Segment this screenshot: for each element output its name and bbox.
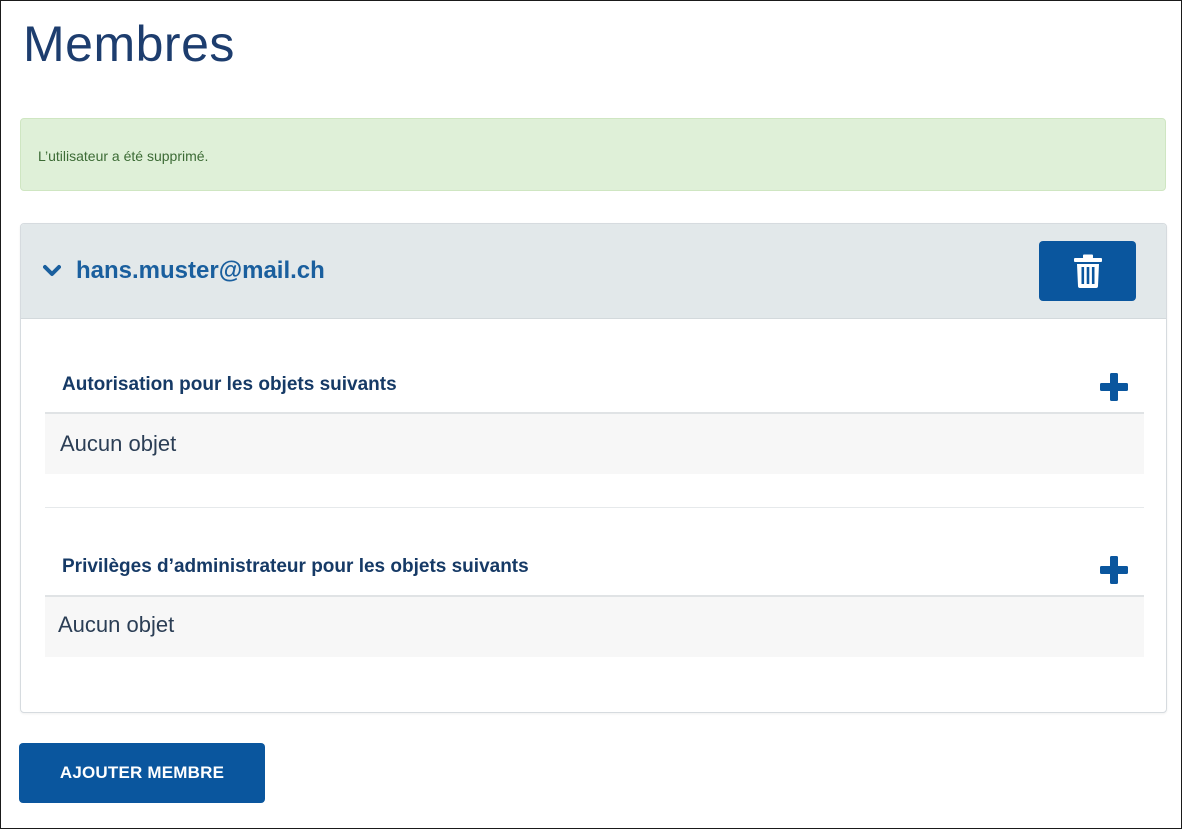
admin-privileges-list: Aucun objet bbox=[45, 597, 1144, 657]
authorization-list: Aucun objet bbox=[45, 414, 1144, 474]
alert-message: L’utilisateur a été supprimé. bbox=[38, 148, 209, 164]
trash-icon bbox=[1073, 254, 1102, 288]
authorization-section: Autorisation pour les objets suivants Au… bbox=[45, 364, 1144, 476]
delete-member-button[interactable] bbox=[1039, 241, 1136, 301]
section-separator bbox=[45, 507, 1144, 508]
member-email: hans.muster@mail.ch bbox=[76, 257, 325, 284]
page-title: Membres bbox=[23, 16, 235, 72]
section-title-authorization: Autorisation pour les objets suivants bbox=[62, 374, 397, 395]
add-authorization-button[interactable] bbox=[1097, 370, 1131, 404]
empty-state-text: Aucun objet bbox=[58, 612, 175, 637]
plus-icon bbox=[1100, 373, 1128, 401]
admin-privileges-section: Privilèges d’administrateur pour les obj… bbox=[45, 547, 1144, 659]
member-toggle[interactable]: hans.muster@mail.ch bbox=[43, 254, 325, 288]
member-header: hans.muster@mail.ch bbox=[21, 224, 1166, 319]
add-member-button[interactable]: AJOUTER MEMBRE bbox=[19, 743, 265, 803]
chevron-down-icon bbox=[43, 265, 61, 276]
section-title-admin-privileges: Privilèges d’administrateur pour les obj… bbox=[62, 556, 529, 577]
success-alert: L’utilisateur a été supprimé. bbox=[20, 118, 1166, 191]
member-panel: hans.muster@mail.ch Autorisation pour le… bbox=[20, 223, 1167, 713]
plus-icon bbox=[1100, 556, 1128, 584]
add-admin-privilege-button[interactable] bbox=[1097, 553, 1131, 587]
page-frame: Membres L’utilisateur a été supprimé. ha… bbox=[0, 0, 1182, 829]
empty-state-text: Aucun objet bbox=[60, 431, 177, 456]
